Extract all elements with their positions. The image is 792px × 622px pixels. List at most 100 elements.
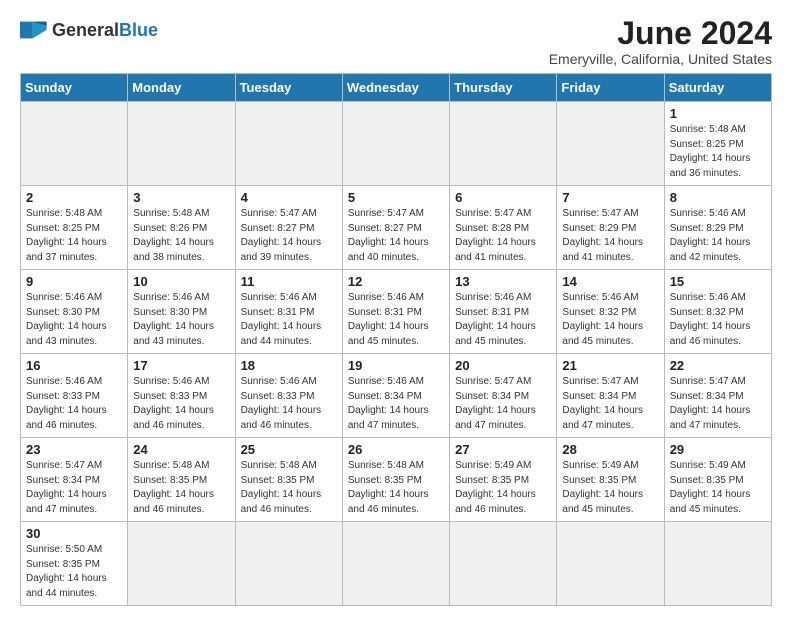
day-number: 1: [670, 106, 766, 121]
day-info: Sunrise: 5:47 AMSunset: 8:29 PMDaylight:…: [562, 207, 658, 265]
calendar-day-cell: [557, 102, 664, 186]
calendar-day-cell: 1Sunrise: 5:48 AMSunset: 8:25 PMDaylight…: [664, 102, 771, 186]
calendar-day-cell: 18 Sunrise: 5:46 AMSunset: 8:33 PMDayligh…: [235, 354, 342, 438]
calendar-week-row: 16 Sunrise: 5:46 AMSunset: 8:33 PMDayligh…: [21, 354, 772, 438]
day-number: 5: [348, 190, 444, 205]
day-info: Sunrise: 5:49 AMSunset: 8:35 PMDaylight:…: [562, 459, 658, 517]
calendar-day-cell: 24Sunrise: 5:48 AMSunset: 8:35 PMDayligh…: [128, 438, 235, 522]
logo-icon: [20, 16, 48, 44]
calendar-day-cell: 3Sunrise: 5:48 AMSunset: 8:26 PMDaylight…: [128, 186, 235, 270]
calendar-week-row: 9Sunrise: 5:46 AMSunset: 8:30 PMDaylight…: [21, 270, 772, 354]
weekday-header-monday: Monday: [128, 74, 235, 102]
day-info: Sunrise: 5:47 AMSunset: 8:34 PMDaylight:…: [562, 375, 658, 433]
calendar-day-cell: 29Sunrise: 5:49 AMSunset: 8:35 PMDayligh…: [664, 438, 771, 522]
day-info: Sunrise: 5:49 AMSunset: 8:35 PMDaylight:…: [670, 459, 766, 517]
calendar-day-cell: [450, 522, 557, 606]
day-number: 27: [455, 442, 551, 457]
calendar-table: SundayMondayTuesdayWednesdayThursdayFrid…: [20, 73, 772, 606]
day-info: Sunrise: 5:46 AMSunset: 8:34 PMDaylight:…: [348, 375, 444, 433]
day-number: 22: [670, 358, 766, 373]
calendar-day-cell: 8Sunrise: 5:46 AMSunset: 8:29 PMDaylight…: [664, 186, 771, 270]
calendar-day-cell: 4 Sunrise: 5:47 AMSunset: 8:27 PMDaylight…: [235, 186, 342, 270]
day-info: Sunrise: 5:46 AMSunset: 8:31 PMDaylight:…: [455, 291, 551, 349]
calendar-day-cell: 5 Sunrise: 5:47 AMSunset: 8:27 PMDaylight…: [342, 186, 449, 270]
day-number: 11: [241, 274, 337, 289]
calendar-day-cell: 10Sunrise: 5:46 AMSunset: 8:30 PMDayligh…: [128, 270, 235, 354]
weekday-header-sunday: Sunday: [21, 74, 128, 102]
day-info: Sunrise: 5:48 AMSunset: 8:26 PMDaylight:…: [133, 207, 229, 265]
day-info: Sunrise: 5:47 AMSunset: 8:34 PMDaylight:…: [670, 375, 766, 433]
day-number: 23: [26, 442, 122, 457]
day-info: Sunrise: 5:47 AMSunset: 8:27 PMDaylight:…: [348, 207, 444, 265]
day-number: 2: [26, 190, 122, 205]
day-number: 8: [670, 190, 766, 205]
day-info: Sunrise: 5:48 AMSunset: 8:35 PMDaylight:…: [133, 459, 229, 517]
calendar-day-cell: 30 Sunrise: 5:50 AMSunset: 8:35 PMDayligh…: [21, 522, 128, 606]
calendar-day-cell: 2 Sunrise: 5:48 AMSunset: 8:25 PMDaylight…: [21, 186, 128, 270]
logo: GeneralBlue: [20, 16, 158, 44]
weekday-header-tuesday: Tuesday: [235, 74, 342, 102]
day-info: Sunrise: 5:47 AMSunset: 8:28 PMDaylight:…: [455, 207, 551, 265]
calendar-day-cell: 13 Sunrise: 5:46 AMSunset: 8:31 PMDayligh…: [450, 270, 557, 354]
calendar-week-row: 23 Sunrise: 5:47 AMSunset: 8:34 PMDayligh…: [21, 438, 772, 522]
calendar-day-cell: 6 Sunrise: 5:47 AMSunset: 8:28 PMDaylight…: [450, 186, 557, 270]
calendar-day-cell: [557, 522, 664, 606]
location-title: Emeryville, California, United States: [549, 51, 772, 67]
day-info: Sunrise: 5:46 AMSunset: 8:31 PMDaylight:…: [241, 291, 337, 349]
day-number: 12: [348, 274, 444, 289]
calendar-week-row: 30 Sunrise: 5:50 AMSunset: 8:35 PMDayligh…: [21, 522, 772, 606]
day-number: 25: [241, 442, 337, 457]
calendar-day-cell: 27Sunrise: 5:49 AMSunset: 8:35 PMDayligh…: [450, 438, 557, 522]
day-number: 7: [562, 190, 658, 205]
day-info: Sunrise: 5:46 AMSunset: 8:30 PMDaylight:…: [26, 291, 122, 349]
day-number: 13: [455, 274, 551, 289]
calendar-day-cell: 20 Sunrise: 5:47 AMSunset: 8:34 PMDayligh…: [450, 354, 557, 438]
calendar-day-cell: 14Sunrise: 5:46 AMSunset: 8:32 PMDayligh…: [557, 270, 664, 354]
weekday-header-wednesday: Wednesday: [342, 74, 449, 102]
day-number: 10: [133, 274, 229, 289]
day-number: 19: [348, 358, 444, 373]
title-block: June 2024 Emeryville, California, United…: [549, 16, 772, 67]
calendar-day-cell: 22 Sunrise: 5:47 AMSunset: 8:34 PMDayligh…: [664, 354, 771, 438]
day-number: 4: [241, 190, 337, 205]
calendar-day-cell: 23 Sunrise: 5:47 AMSunset: 8:34 PMDayligh…: [21, 438, 128, 522]
calendar-day-cell: 12Sunrise: 5:46 AMSunset: 8:31 PMDayligh…: [342, 270, 449, 354]
day-number: 6: [455, 190, 551, 205]
day-info: Sunrise: 5:50 AMSunset: 8:35 PMDaylight:…: [26, 543, 122, 601]
calendar-day-cell: 9Sunrise: 5:46 AMSunset: 8:30 PMDaylight…: [21, 270, 128, 354]
day-number: 30: [26, 526, 122, 541]
calendar-day-cell: 19 Sunrise: 5:46 AMSunset: 8:34 PMDayligh…: [342, 354, 449, 438]
day-info: Sunrise: 5:46 AMSunset: 8:32 PMDaylight:…: [670, 291, 766, 349]
day-number: 28: [562, 442, 658, 457]
calendar-day-cell: [128, 102, 235, 186]
day-info: Sunrise: 5:48 AMSunset: 8:35 PMDaylight:…: [241, 459, 337, 517]
day-number: 26: [348, 442, 444, 457]
calendar-day-cell: 25 Sunrise: 5:48 AMSunset: 8:35 PMDayligh…: [235, 438, 342, 522]
day-info: Sunrise: 5:47 AMSunset: 8:27 PMDaylight:…: [241, 207, 337, 265]
day-number: 17: [133, 358, 229, 373]
calendar-day-cell: 7 Sunrise: 5:47 AMSunset: 8:29 PMDaylight…: [557, 186, 664, 270]
calendar-day-cell: [342, 522, 449, 606]
month-title: June 2024: [549, 16, 772, 51]
day-info: Sunrise: 5:48 AMSunset: 8:35 PMDaylight:…: [348, 459, 444, 517]
day-info: Sunrise: 5:47 AMSunset: 8:34 PMDaylight:…: [455, 375, 551, 433]
calendar-day-cell: [450, 102, 557, 186]
calendar-day-cell: 11 Sunrise: 5:46 AMSunset: 8:31 PMDayligh…: [235, 270, 342, 354]
day-number: 20: [455, 358, 551, 373]
calendar-day-cell: [235, 522, 342, 606]
day-info: Sunrise: 5:47 AMSunset: 8:34 PMDaylight:…: [26, 459, 122, 517]
weekday-header-thursday: Thursday: [450, 74, 557, 102]
day-info: Sunrise: 5:48 AMSunset: 8:25 PMDaylight:…: [26, 207, 122, 265]
calendar-day-cell: 16Sunrise: 5:46 AMSunset: 8:33 PMDayligh…: [21, 354, 128, 438]
day-number: 18: [241, 358, 337, 373]
calendar-day-cell: [21, 102, 128, 186]
weekday-header-saturday: Saturday: [664, 74, 771, 102]
day-number: 21: [562, 358, 658, 373]
calendar-day-cell: [342, 102, 449, 186]
day-number: 16: [26, 358, 122, 373]
day-number: 14: [562, 274, 658, 289]
calendar-day-cell: 21 Sunrise: 5:47 AMSunset: 8:34 PMDayligh…: [557, 354, 664, 438]
calendar-week-row: 1Sunrise: 5:48 AMSunset: 8:25 PMDaylight…: [21, 102, 772, 186]
logo-text: GeneralBlue: [52, 21, 158, 39]
day-info: Sunrise: 5:46 AMSunset: 8:33 PMDaylight:…: [241, 375, 337, 433]
